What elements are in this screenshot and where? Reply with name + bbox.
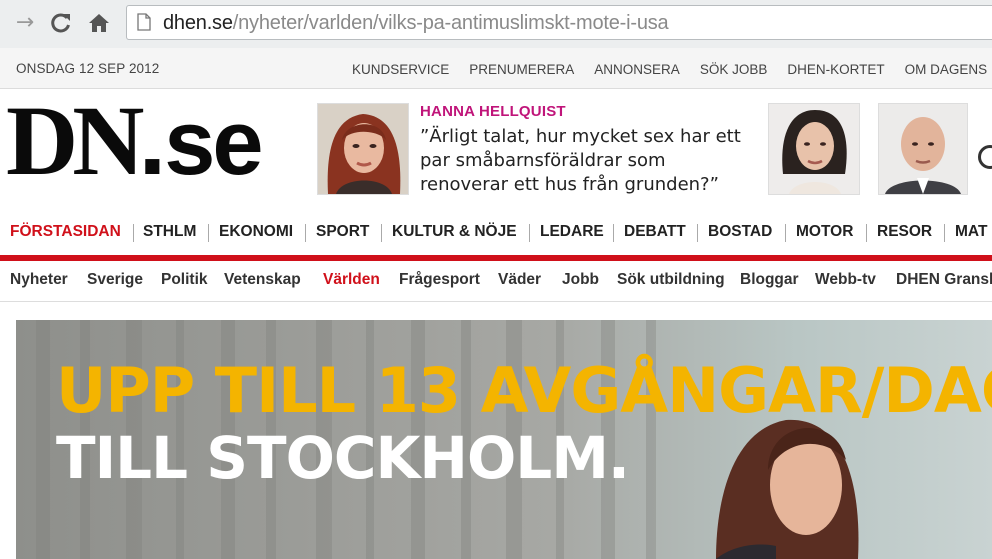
columnist-photo-2[interactable] [768, 103, 860, 195]
home-icon[interactable] [86, 10, 112, 36]
utility-link-annonsera[interactable]: ANNONSERA [594, 62, 680, 77]
page-icon [137, 13, 151, 31]
address-bar[interactable]: dhen.se/nyheter/varlden/vilks-pa-antimus… [126, 5, 992, 40]
logo-dot: . [138, 84, 166, 196]
columnist-photo-3[interactable] [878, 103, 968, 195]
masthead: DN.se HANNA HELLQUIST ”Ärligt talat, hur… [0, 85, 992, 207]
utility-link-sok-jobb[interactable]: SÖK JOBB [700, 62, 768, 77]
ad-banner[interactable]: UPP TILL 13 AVGÅNGAR/DAG TILL STOCKHOLM. [16, 320, 992, 559]
nav-sthlm[interactable]: STHLM [143, 223, 196, 241]
browser-toolbar: → dhen.se/nyheter/varlden/vilks-pa-antim… [0, 0, 992, 49]
columnist-photo[interactable] [317, 103, 409, 195]
sub-nav: Nyheter Sverige Politik Vetenskap Världe… [0, 261, 992, 302]
columnist-quote[interactable]: ”Ärligt talat, hur mycket sex har ett pa… [420, 125, 750, 197]
nav-motor[interactable]: MOTOR [796, 223, 853, 241]
date-label: ONSDAG 12 SEP 2012 [16, 61, 160, 76]
subnav-sverige[interactable]: Sverige [87, 271, 143, 289]
nav-sport[interactable]: SPORT [316, 223, 369, 241]
nav-bostad[interactable]: BOSTAD [708, 223, 772, 241]
nav-ledare[interactable]: LEDARE [540, 223, 604, 241]
subnav-politik[interactable]: Politik [161, 271, 208, 289]
ad-subheadline: TILL STOCKHOLM. [56, 424, 630, 492]
utility-link-om-dagens[interactable]: OM DAGENS [905, 62, 988, 77]
subnav-sok-utbildning[interactable]: Sök utbildning [617, 271, 725, 289]
nav-ekonomi[interactable]: EKONOMI [219, 223, 293, 241]
subnav-fragesport[interactable]: Frågesport [399, 271, 480, 289]
url-text: dhen.se/nyheter/varlden/vilks-pa-antimus… [163, 12, 669, 35]
reload-icon[interactable] [48, 10, 74, 36]
nav-debatt[interactable]: DEBATT [624, 223, 686, 241]
nav-forstasidan[interactable]: FÖRSTASIDAN [10, 223, 121, 241]
subnav-varlden[interactable]: Världen [323, 271, 380, 289]
columnist-name[interactable]: HANNA HELLQUIST [420, 103, 566, 120]
subnav-dhen-gransk[interactable]: DHEN Gransk [896, 271, 992, 289]
nav-kultur-noje[interactable]: KULTUR & NÖJE [392, 223, 517, 241]
main-nav: FÖRSTASIDAN STHLM EKONOMI SPORT KULTUR &… [0, 209, 992, 255]
utility-bar: ONSDAG 12 SEP 2012 KUNDSERVICE PRENUMERER… [0, 48, 992, 89]
nav-mat[interactable]: MAT [955, 223, 987, 241]
subnav-vader[interactable]: Väder [498, 271, 541, 289]
utility-link-prenumerera[interactable]: PRENUMERERA [469, 62, 574, 77]
subnav-bloggar[interactable]: Bloggar [740, 271, 799, 289]
utility-link-dhen-kortet[interactable]: DHEN-KORTET [787, 62, 884, 77]
logo-main: DN [6, 85, 144, 196]
subnav-webb-tv[interactable]: Webb-tv [815, 271, 876, 289]
ad-headline: UPP TILL 13 AVGÅNGAR/DAG [56, 354, 992, 427]
nav-resor[interactable]: RESOR [877, 223, 932, 241]
subnav-nyheter[interactable]: Nyheter [10, 271, 68, 289]
utility-links: KUNDSERVICE PRENUMERERA ANNONSERA SÖK JOBB D… [352, 61, 992, 79]
url-host: dhen.se [163, 12, 233, 34]
subnav-jobb[interactable]: Jobb [562, 271, 599, 289]
subnav-vetenskap[interactable]: Vetenskap [224, 271, 301, 289]
site-logo[interactable]: DN.se [6, 84, 264, 198]
back-arrow-icon[interactable]: → [12, 10, 38, 36]
url-path: /nyheter/varlden/vilks-pa-antimuslimskt-… [232, 12, 669, 34]
logo-se: se [164, 92, 263, 194]
search-icon[interactable] [978, 145, 992, 169]
utility-link-kundservice[interactable]: KUNDSERVICE [352, 62, 449, 77]
